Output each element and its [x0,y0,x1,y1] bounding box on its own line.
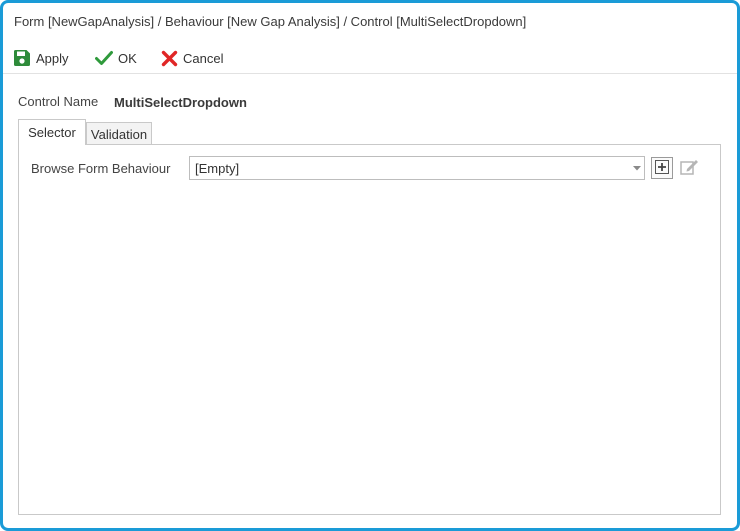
apply-button[interactable]: Apply [13,47,69,69]
browse-form-behaviour-label: Browse Form Behaviour [31,161,171,176]
cancel-button[interactable]: Cancel [161,47,223,69]
selector-panel: Browse Form Behaviour [Empty] [18,144,721,515]
control-name-value: MultiSelectDropdown [114,95,247,110]
chevron-down-icon[interactable] [630,157,644,179]
apply-label: Apply [36,50,69,66]
control-name-label: Control Name [18,94,99,109]
ok-label: OK [118,50,137,66]
ok-button[interactable]: OK [95,47,137,69]
dialog-frame: Form [NewGapAnalysis] / Behaviour [New G… [0,0,740,531]
browse-form-behaviour-value: [Empty] [195,160,240,176]
cancel-label: Cancel [183,50,224,66]
browse-form-behaviour-dropdown[interactable]: [Empty] [189,156,645,180]
add-behaviour-button[interactable] [651,157,673,179]
tab-selector[interactable]: Selector [18,119,86,145]
x-icon [161,50,178,67]
toolbar-divider [3,73,737,74]
edit-icon [680,158,700,179]
tab-selector-label: Selector [28,125,76,140]
tab-validation-label: Validation [90,126,148,142]
edit-behaviour-button[interactable] [679,157,701,179]
tab-validation[interactable]: Validation [86,122,152,145]
add-icon [655,159,669,177]
window-title: Form [NewGapAnalysis] / Behaviour [New G… [14,14,527,29]
check-icon [95,50,113,66]
save-icon [13,49,31,67]
